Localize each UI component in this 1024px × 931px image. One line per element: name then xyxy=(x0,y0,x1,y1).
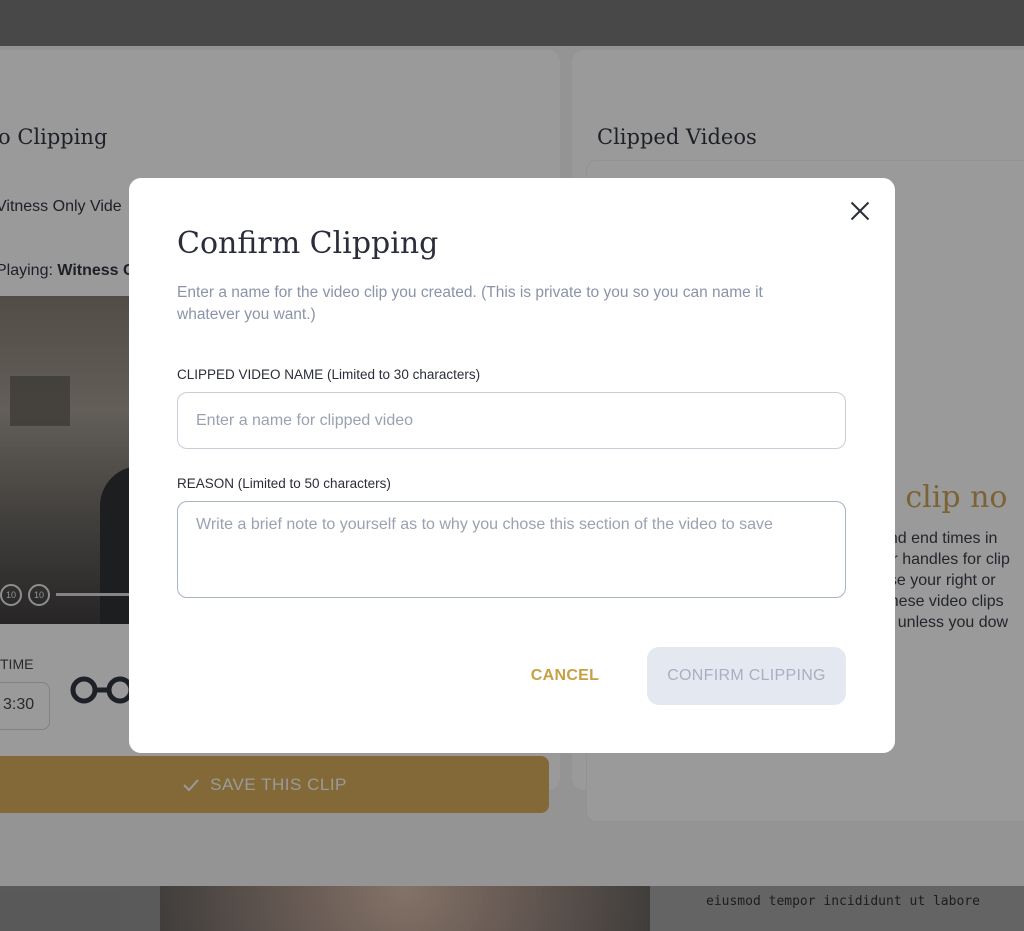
cancel-button[interactable]: CANCEL xyxy=(517,662,613,690)
dialog-description: Enter a name for the video clip you crea… xyxy=(177,284,763,323)
clipped-video-name-input[interactable] xyxy=(177,392,846,449)
close-icon[interactable] xyxy=(847,198,873,224)
confirm-clipping-button[interactable]: CONFIRM CLIPPING xyxy=(647,647,846,705)
reason-label: REASON (Limited to 50 characters) xyxy=(177,476,391,491)
dialog-title: Confirm Clipping xyxy=(177,226,439,261)
clipped-video-name-label: CLIPPED VIDEO NAME (Limited to 30 charac… xyxy=(177,367,481,382)
confirm-clipping-dialog: Confirm Clipping Enter a name for the vi… xyxy=(129,178,895,753)
reason-textarea[interactable] xyxy=(177,501,846,598)
